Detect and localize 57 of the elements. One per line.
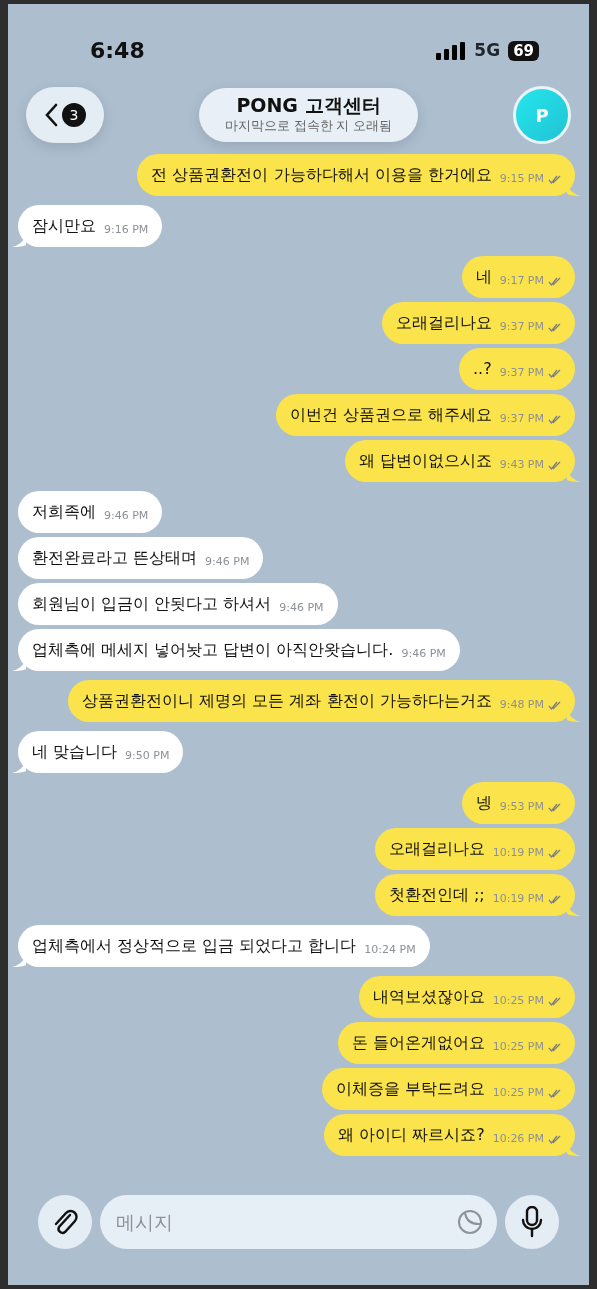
- message-text: 네 맞습니다: [32, 741, 118, 763]
- message-field[interactable]: 메시지: [100, 1195, 497, 1249]
- message-time: 9:37 PM: [499, 410, 544, 427]
- signal-icon: [436, 41, 467, 60]
- message-text: 첫환전인데 ;;: [388, 884, 485, 906]
- message-text: 넹: [475, 792, 492, 814]
- message-text: 환전완료라고 뜬상태며: [32, 547, 198, 569]
- last-seen-status: 마지막으로 접속한 지 오래됨: [224, 117, 393, 135]
- message-time: 9:48 PM: [499, 696, 544, 713]
- message-text: ..?: [473, 358, 492, 380]
- message-time: 9:46 PM: [401, 645, 446, 662]
- message-time: 10:25 PM: [492, 992, 544, 1009]
- message-text: 회원님이 입금이 안됫다고 하셔서: [32, 593, 272, 615]
- message-time: 9:15 PM: [499, 170, 544, 187]
- message-text: 상품권환전이니 제명의 모든 계좌 환전이 가능하다는거죠: [82, 690, 492, 712]
- message-text: 돈 들어온게없어요: [351, 1032, 485, 1054]
- message-time: 10:24 PM: [364, 941, 416, 958]
- network-label: 5G: [474, 38, 501, 62]
- message-time: 9:46 PM: [279, 599, 324, 616]
- battery-level: 69: [508, 40, 539, 61]
- back-button[interactable]: 3: [26, 87, 104, 143]
- message-time: 9:53 PM: [499, 798, 544, 815]
- message-time: 9:50 PM: [125, 747, 170, 764]
- status-time: 6:48: [90, 37, 145, 65]
- message-text: 전 상품권환전이 가능하다해서 이용을 한거에요: [151, 164, 492, 186]
- message-time: 9:16 PM: [104, 221, 149, 238]
- message-time: 9:46 PM: [205, 553, 250, 570]
- sticker-icon[interactable]: [457, 1209, 483, 1235]
- message-text: 잠시만요: [32, 215, 96, 237]
- message-text: 이체증을 부탁드려요: [335, 1078, 485, 1100]
- message-time: 9:37 PM: [499, 364, 544, 381]
- message-text: 네: [475, 266, 492, 288]
- message-text: 왜 아이디 짜르시죠?: [338, 1124, 485, 1146]
- message-time: 10:25 PM: [492, 1038, 544, 1055]
- unread-badge: 3: [62, 103, 86, 127]
- message-text: 왜 답변이없으시죠: [358, 450, 492, 472]
- message-text: 업체측에 메세지 넣어놧고 답변이 아직안왓습니다.: [32, 639, 394, 661]
- back-icon: [44, 103, 58, 127]
- message-text: 저희족에: [32, 501, 96, 523]
- message-time: 10:19 PM: [492, 890, 544, 907]
- message-time: 9:46 PM: [104, 507, 149, 524]
- message-time: 10:26 PM: [492, 1130, 544, 1147]
- chat-title-pill[interactable]: PONG 고객센터 마지막으로 접속한 지 오래됨: [198, 88, 419, 142]
- message-text: 내역보셨잖아요: [372, 986, 485, 1008]
- message-text: 오래걸리나요: [395, 312, 492, 334]
- message-text: 이번건 상품권으로 해주세요: [289, 404, 492, 426]
- microphone-button[interactable]: [505, 1195, 559, 1249]
- message-time: 9:37 PM: [499, 318, 544, 335]
- message-time: 9:17 PM: [499, 272, 544, 289]
- microphone-icon: [521, 1206, 543, 1238]
- chat-title: PONG 고객센터: [235, 94, 382, 117]
- message-text: 업체측에서 정상적으로 입금 되었다고 합니다: [32, 935, 357, 957]
- attach-button[interactable]: [38, 1195, 92, 1249]
- message-time: 9:43 PM: [499, 456, 544, 473]
- message-time: 10:19 PM: [492, 844, 544, 861]
- message-text: 오래걸리나요: [388, 838, 485, 860]
- message-time: 10:25 PM: [492, 1084, 544, 1101]
